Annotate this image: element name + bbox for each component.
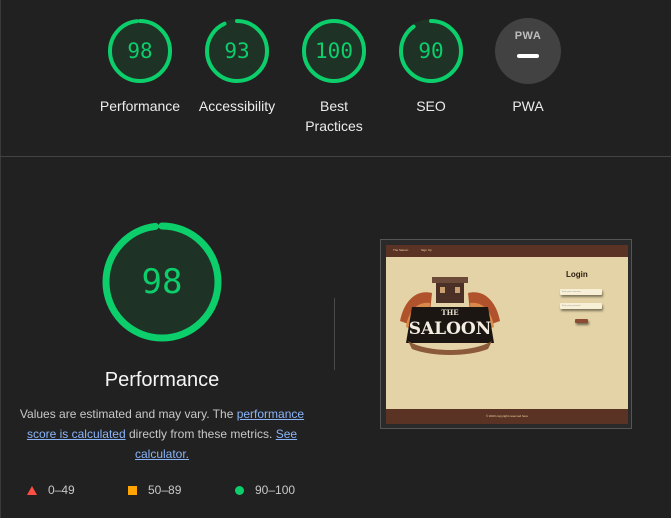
metrics-note: Values are estimated and may vary. The p… bbox=[14, 404, 310, 464]
preview-password-field: Enter your password bbox=[560, 303, 602, 309]
gauge-performance[interactable]: 98 Performance bbox=[93, 18, 187, 116]
note-text-middle: directly from these metrics. bbox=[125, 427, 276, 441]
legend-pass: 90–100 bbox=[235, 482, 295, 498]
preview-footer: © 2023 copyright reserved here bbox=[386, 409, 628, 424]
gauge-best-practices-ring: 100 bbox=[301, 18, 367, 84]
pwa-badge-icon: PWA bbox=[495, 18, 561, 84]
vertical-separator bbox=[334, 298, 335, 370]
preview-login-button bbox=[575, 319, 588, 323]
legend-pass-label: 90–100 bbox=[255, 483, 296, 497]
gauge-seo-ring: 90 bbox=[398, 18, 464, 84]
gauge-best-practices[interactable]: 100 Best Practices bbox=[287, 18, 381, 136]
main-performance-title: Performance bbox=[104, 369, 220, 391]
pwa-dash-icon bbox=[517, 54, 539, 58]
final-screenshot-thumbnail[interactable]: The Saloon Sign Up THE SALOON Login Ente… bbox=[380, 239, 632, 429]
gauge-accessibility[interactable]: 93 Accessibility bbox=[190, 18, 284, 116]
gauge-accessibility-label: Accessibility bbox=[198, 98, 276, 114]
gauge-best-practices-score: 100 bbox=[315, 39, 353, 63]
square-icon bbox=[128, 485, 137, 495]
main-performance-score: 98 bbox=[141, 262, 183, 302]
preview-username-placeholder: Enter your username bbox=[562, 291, 581, 293]
circle-icon bbox=[235, 485, 244, 495]
page-preview: The Saloon Sign Up THE SALOON Login Ente… bbox=[386, 245, 628, 424]
legend-fail: 0–49 bbox=[27, 482, 75, 498]
main-performance-gauge: 98 bbox=[100, 220, 224, 344]
preview-login-title: Login bbox=[566, 270, 588, 279]
legend-fail-label: 0–49 bbox=[48, 483, 75, 497]
gauge-best-practices-label: Best Practices bbox=[287, 96, 381, 136]
gauge-performance-ring: 98 bbox=[107, 18, 173, 84]
note-text-prefix: Values are estimated and may vary. The bbox=[19, 407, 237, 421]
pwa-badge-text: PWA bbox=[514, 30, 542, 42]
preview-nav-brand: The Saloon bbox=[393, 248, 409, 252]
gauge-performance-score: 98 bbox=[127, 39, 153, 63]
preview-nav-link: Sign Up bbox=[421, 248, 432, 252]
gauge-accessibility-ring: 93 bbox=[204, 18, 270, 84]
gauge-seo-score: 90 bbox=[418, 39, 444, 63]
gauge-pwa[interactable]: PWA PWA bbox=[481, 18, 575, 116]
section-divider bbox=[0, 156, 671, 157]
preview-footer-text: © 2023 copyright reserved here bbox=[485, 414, 529, 418]
svg-text:THE: THE bbox=[441, 308, 458, 317]
preview-navbar: The Saloon Sign Up bbox=[386, 245, 628, 257]
gauge-seo[interactable]: 90 SEO bbox=[384, 18, 478, 116]
legend-average-label: 50–89 bbox=[148, 483, 182, 497]
gauge-performance-label: Performance bbox=[99, 98, 181, 114]
gauge-best-practices-label-line1: Best bbox=[319, 98, 348, 114]
gauge-accessibility-score: 93 bbox=[224, 39, 250, 63]
gauge-pwa-label: PWA bbox=[512, 98, 544, 114]
preview-password-placeholder: Enter your password bbox=[562, 305, 581, 307]
saloon-logo-icon: THE SALOON bbox=[400, 277, 500, 355]
triangle-icon bbox=[27, 485, 37, 495]
svg-text:SALOON: SALOON bbox=[409, 319, 492, 339]
gauge-best-practices-label-line2: Practices bbox=[305, 118, 363, 134]
gauge-seo-label: SEO bbox=[416, 98, 446, 114]
preview-username-field: Enter your username bbox=[560, 289, 602, 295]
left-edge-line bbox=[0, 0, 1, 518]
legend-average: 50–89 bbox=[128, 482, 181, 498]
